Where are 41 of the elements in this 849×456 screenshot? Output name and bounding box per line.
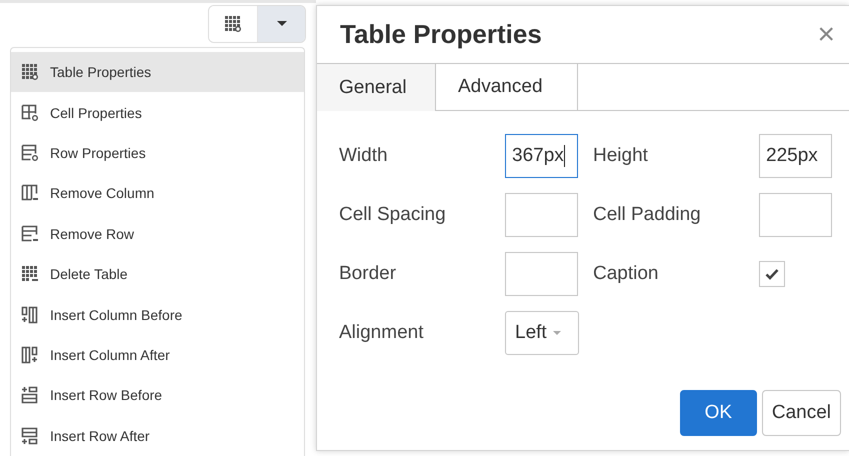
- column-remove-icon: [21, 184, 39, 202]
- menu-item[interactable]: Insert Column Before: [11, 294, 304, 335]
- input-field[interactable]: 225px: [759, 134, 832, 178]
- table-remove-icon: [21, 265, 39, 284]
- field-label: Alignment: [339, 322, 424, 344]
- check-icon: [765, 268, 779, 280]
- table-icon: [224, 14, 242, 33]
- menu-item[interactable]: Remove Column: [11, 173, 304, 214]
- menu-item[interactable]: Cell Properties: [11, 92, 304, 133]
- table-icon: [21, 63, 39, 82]
- cell-icon: [21, 104, 39, 122]
- input-field[interactable]: [759, 193, 832, 237]
- menu-item[interactable]: Insert Column After: [11, 334, 304, 376]
- dialog-title: Table Properties: [340, 19, 542, 50]
- field-label: Caption: [593, 263, 660, 285]
- menu-item[interactable]: Delete Table: [11, 254, 304, 294]
- input-field[interactable]: 367px: [505, 134, 578, 178]
- row-icon: [21, 144, 39, 162]
- field-label: Cell Spacing: [339, 204, 447, 226]
- row-remove-icon: [21, 224, 39, 243]
- input-field[interactable]: [505, 252, 578, 296]
- close-button[interactable]: ×: [813, 20, 839, 50]
- field-label: Height: [593, 145, 649, 167]
- row-insert-icon: [21, 386, 39, 404]
- field-label: Border: [339, 263, 398, 285]
- checkbox[interactable]: [759, 261, 785, 287]
- field-label: Cell Padding: [593, 204, 702, 226]
- menu-item[interactable]: Insert Row After: [11, 416, 304, 456]
- cancel-button[interactable]: Cancel: [762, 390, 841, 436]
- select-field[interactable]: Left: [505, 311, 579, 355]
- menu-item[interactable]: Table Properties: [11, 52, 304, 92]
- menu-item[interactable]: Row Properties: [11, 132, 304, 174]
- column-insert-icon: [21, 346, 39, 364]
- input-field[interactable]: [505, 193, 578, 237]
- row-insert-icon: [21, 426, 39, 445]
- column-insert-icon: [21, 306, 39, 324]
- field-label: Width: [339, 145, 389, 167]
- menu-item[interactable]: Remove Row: [11, 214, 304, 254]
- menu-item[interactable]: Insert Row Before: [11, 375, 304, 416]
- tab[interactable]: General: [317, 64, 436, 111]
- ok-button[interactable]: OK: [680, 390, 757, 436]
